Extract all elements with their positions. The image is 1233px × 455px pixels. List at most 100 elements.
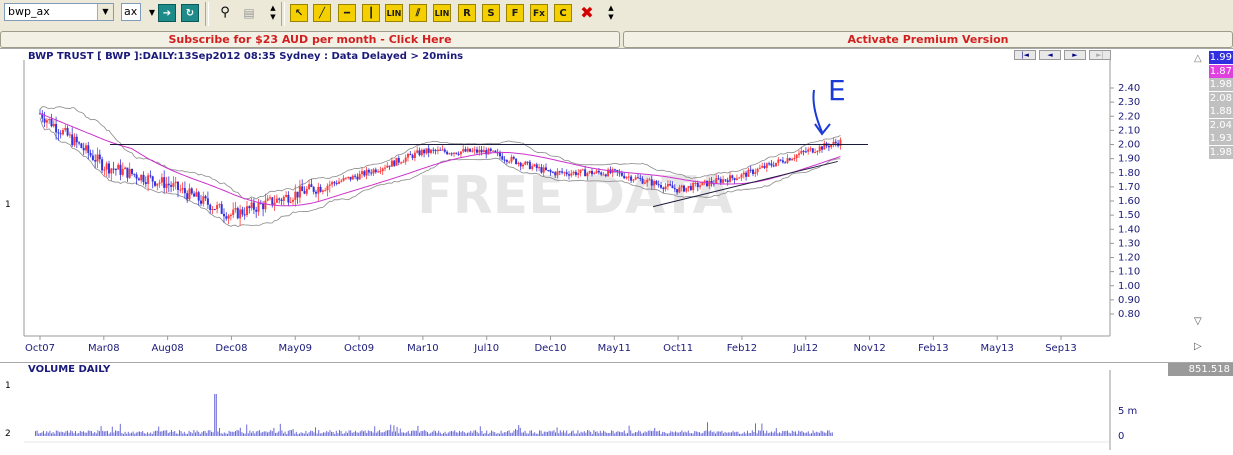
volume-bar bbox=[399, 428, 401, 436]
refresh-icon[interactable]: ↻ bbox=[181, 4, 199, 22]
volume-bar bbox=[559, 430, 561, 436]
candle-body bbox=[379, 171, 382, 173]
candle-body bbox=[66, 127, 69, 136]
candle-body bbox=[441, 149, 444, 151]
volume-bar bbox=[185, 433, 187, 436]
toolbar-overflow-icon-2[interactable]: ▲ ▼ bbox=[602, 4, 620, 22]
volume-bar bbox=[379, 430, 380, 436]
y-tick-label: 1.30 bbox=[1118, 238, 1140, 249]
candle-body bbox=[627, 176, 630, 178]
toolbar-overflow-icon[interactable]: ▲ ▼ bbox=[264, 4, 282, 22]
retracement-icon[interactable]: R bbox=[458, 4, 476, 22]
candle-body bbox=[754, 172, 757, 174]
fibonacci-ext-icon[interactable]: Fx bbox=[530, 4, 548, 22]
candle-body bbox=[50, 118, 53, 127]
candle-body bbox=[197, 192, 200, 201]
delete-icon[interactable]: ✖ bbox=[578, 4, 596, 22]
nav-prev-button[interactable]: ◄ bbox=[1039, 50, 1061, 60]
parallel-lines-icon[interactable]: ⫽ bbox=[409, 4, 427, 22]
volume-bar bbox=[286, 433, 288, 436]
price-chart-svg[interactable]: FREE DATA2.402.302.202.102.001.901.801.7… bbox=[0, 48, 1233, 362]
linear-regression-icon[interactable]: LIN bbox=[385, 4, 403, 22]
scroll-right-icon[interactable]: ▷ bbox=[1194, 341, 1202, 352]
subscribe-banner[interactable]: Subscribe for $23 AUD per month - Click … bbox=[0, 31, 620, 48]
volume-bar bbox=[166, 430, 168, 436]
volume-bar bbox=[54, 433, 56, 436]
volume-bar bbox=[334, 433, 336, 436]
volume-bar bbox=[651, 431, 652, 436]
volume-bar bbox=[140, 432, 142, 436]
volume-bar bbox=[118, 431, 120, 436]
volume-bar bbox=[263, 431, 265, 436]
volume-bar bbox=[289, 430, 291, 436]
candle-body bbox=[326, 185, 329, 191]
volume-bar bbox=[396, 427, 398, 436]
candle-body bbox=[73, 136, 76, 146]
volume-bar bbox=[407, 430, 409, 436]
nav-next-button[interactable]: ► bbox=[1064, 50, 1086, 60]
exchange-field[interactable]: ax bbox=[121, 3, 141, 21]
candle-body bbox=[777, 159, 780, 163]
volume-chart-svg[interactable]: 5 m 0 bbox=[0, 362, 1233, 454]
nav-last-button[interactable]: ►| bbox=[1089, 50, 1111, 60]
volume-bar bbox=[787, 430, 788, 436]
binoculars-icon[interactable]: ⚲ bbox=[216, 4, 234, 22]
symbol-dropdown[interactable]: bwp_ax ▼ bbox=[4, 3, 114, 21]
candle-body bbox=[450, 153, 453, 155]
horizontal-line-icon[interactable]: ━ bbox=[338, 4, 356, 22]
y-tick-label: 1.70 bbox=[1118, 182, 1140, 193]
candle-body bbox=[262, 203, 265, 210]
volume-bars-group bbox=[35, 394, 833, 436]
print-icon[interactable]: ▤ bbox=[240, 4, 258, 22]
volume-bar bbox=[811, 433, 812, 436]
speed-resistance-icon[interactable]: S bbox=[482, 4, 500, 22]
volume-bar bbox=[582, 432, 584, 436]
volume-bar bbox=[227, 433, 228, 436]
y-tick-label: 1.60 bbox=[1118, 196, 1140, 207]
volume-bar bbox=[153, 431, 155, 436]
candle-body bbox=[646, 179, 649, 183]
volume-bar bbox=[374, 426, 376, 436]
volume-bar bbox=[678, 432, 680, 436]
candle-body bbox=[149, 175, 152, 177]
volume-bar bbox=[371, 431, 372, 436]
trendline-icon[interactable]: ╱ bbox=[313, 4, 331, 22]
volume-bar bbox=[623, 430, 625, 436]
volume-bar bbox=[292, 429, 294, 436]
candle-body bbox=[515, 158, 518, 164]
volume-bar bbox=[95, 433, 97, 436]
candle-body bbox=[170, 185, 173, 187]
premium-banner[interactable]: Activate Premium Version bbox=[623, 31, 1233, 48]
candle-body bbox=[48, 118, 51, 121]
candle-body bbox=[565, 172, 568, 175]
candle-body bbox=[160, 177, 163, 183]
candle-body bbox=[342, 178, 345, 181]
volume-bar bbox=[625, 433, 627, 436]
cursor-icon[interactable]: ↖ bbox=[290, 4, 308, 22]
volume-bar bbox=[65, 431, 67, 436]
candle-body bbox=[549, 170, 552, 173]
chevron-down-icon[interactable]: ▼ bbox=[97, 4, 113, 20]
candle-body bbox=[692, 182, 695, 191]
copy-icon[interactable]: C bbox=[554, 4, 572, 22]
scroll-down-icon[interactable]: ▽ bbox=[1194, 316, 1202, 327]
volume-bar bbox=[44, 433, 46, 436]
volume-bar bbox=[57, 430, 59, 436]
scroll-up-icon[interactable]: △ bbox=[1194, 53, 1202, 64]
go-arrow-icon[interactable]: ➔ bbox=[158, 4, 176, 22]
candle-body bbox=[641, 178, 644, 184]
volume-bar bbox=[223, 432, 225, 436]
vertical-line-icon[interactable]: ┃ bbox=[362, 4, 380, 22]
volume-bar bbox=[820, 430, 822, 436]
candle-body bbox=[338, 181, 340, 184]
volume-bar bbox=[527, 433, 529, 436]
volume-bar bbox=[41, 432, 43, 436]
fibonacci-fan-icon[interactable]: F bbox=[506, 4, 524, 22]
candle-body bbox=[255, 209, 258, 212]
volume-bar bbox=[339, 430, 340, 436]
candle-body bbox=[384, 167, 386, 169]
volume-bar bbox=[487, 433, 489, 436]
linear-regression-channel-icon[interactable]: LIN bbox=[433, 4, 451, 22]
nav-first-button[interactable]: |◄ bbox=[1014, 50, 1036, 60]
volume-bar bbox=[529, 430, 531, 436]
